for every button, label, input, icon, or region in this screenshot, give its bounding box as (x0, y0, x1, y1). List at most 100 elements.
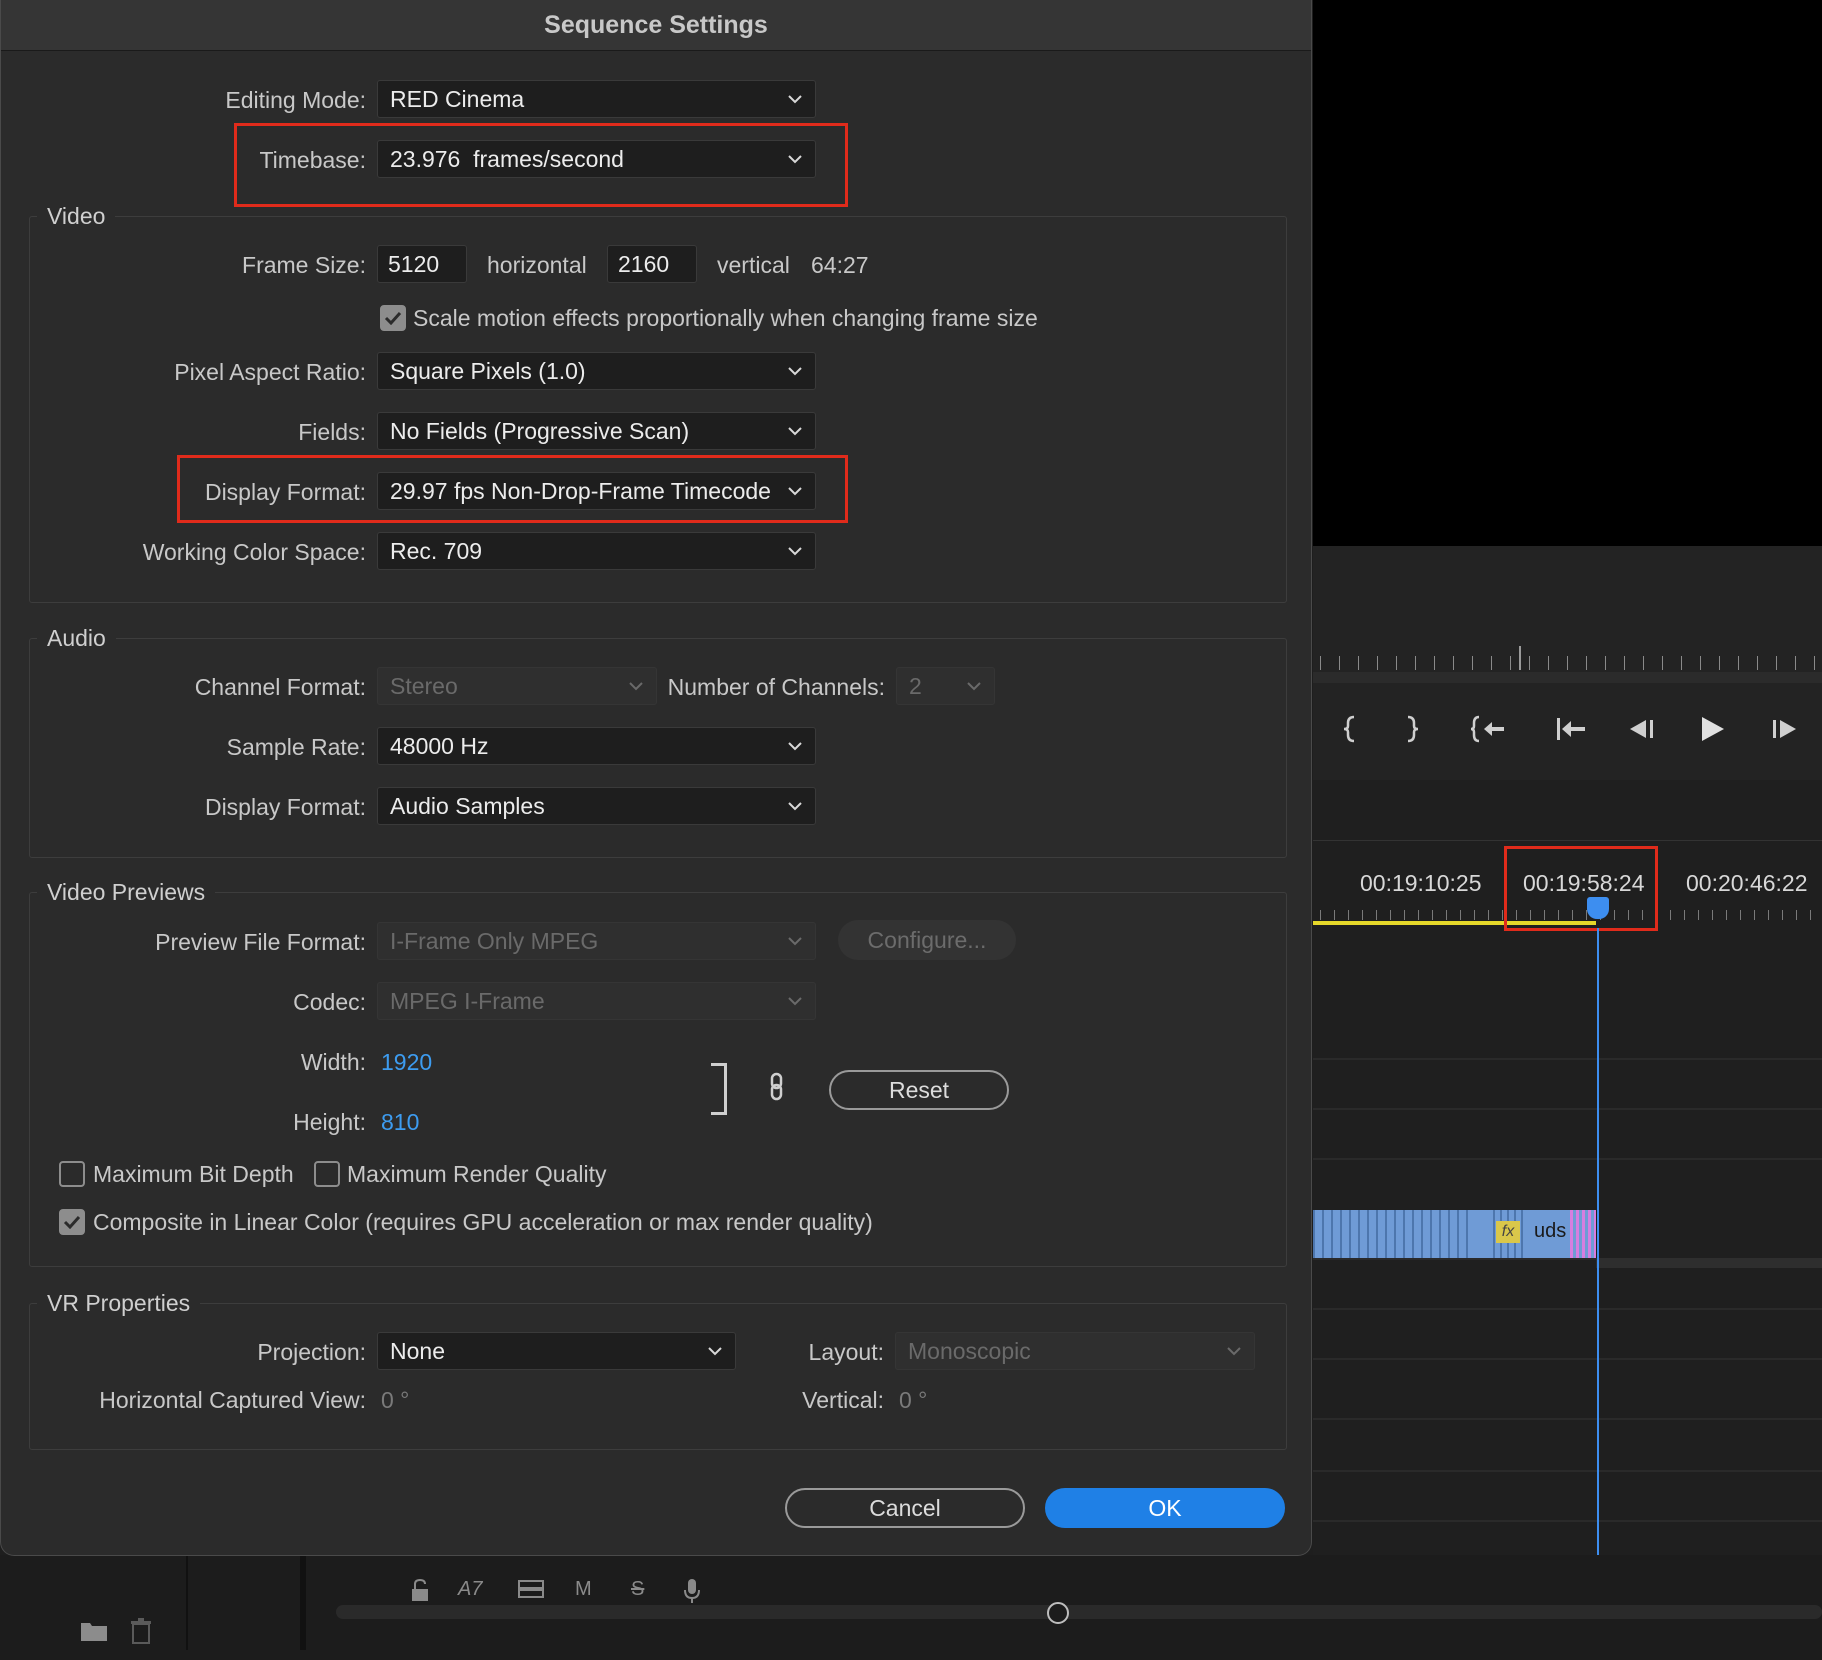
codec-label: Codec: (293, 989, 366, 1015)
color-space-select[interactable]: Rec. 709 (377, 532, 816, 570)
zoom-scroll-handle[interactable] (1047, 1602, 1069, 1624)
configure-button[interactable]: Configure... (838, 920, 1016, 960)
trash-icon[interactable] (130, 1618, 152, 1644)
timebase-select[interactable]: 23.976 frames/second (377, 140, 816, 178)
step-back-icon[interactable] (1620, 707, 1664, 751)
chevron-down-icon (775, 741, 815, 751)
mute-track-button[interactable]: M (575, 1578, 592, 1601)
chevron-down-icon (695, 1346, 735, 1356)
preview-file-format-select[interactable]: I-Frame Only MPEG (377, 922, 816, 960)
timeline-header-divider (1313, 840, 1822, 841)
preview-file-format-label: Preview File Format: (155, 929, 366, 955)
track-divider (1313, 1108, 1822, 1110)
channel-format-select[interactable]: Stereo (377, 667, 657, 705)
vr-properties-group (29, 1303, 1287, 1450)
playhead-handle[interactable] (1587, 897, 1609, 919)
chain-link-icon[interactable] (767, 1072, 787, 1107)
layout-label: Layout: (808, 1339, 884, 1365)
composite-linear-label: Composite in Linear Color (requires GPU … (93, 1209, 873, 1235)
frame-width-input[interactable]: 5120 (377, 245, 467, 283)
timeline-timecode-3: 00:20:46:22 (1686, 870, 1808, 896)
pixel-aspect-label: Pixel Aspect Ratio: (174, 359, 366, 385)
max-bit-depth-checkbox[interactable] (59, 1161, 85, 1187)
video-previews-group-title: Video Previews (37, 879, 216, 906)
num-channels-label: Number of Channels: (667, 674, 885, 700)
dialog-title: Sequence Settings (544, 10, 768, 39)
sample-rate-select[interactable]: 48000 Hz (377, 727, 816, 765)
microphone-icon[interactable] (682, 1578, 702, 1604)
track-divider (1313, 1418, 1822, 1420)
monitor-ruler-ticks[interactable] (1320, 656, 1820, 670)
timebase-label: Timebase: (259, 147, 366, 173)
link-bracket (711, 1063, 727, 1115)
pixel-aspect-select[interactable]: Square Pixels (1.0) (377, 352, 816, 390)
step-forward-icon[interactable] (1762, 707, 1806, 751)
clip-end-marks (1570, 1210, 1596, 1258)
channel-format-label: Channel Format: (194, 674, 366, 700)
ok-button[interactable]: OK (1045, 1488, 1285, 1528)
fields-select[interactable]: No Fields (Progressive Scan) (377, 412, 816, 450)
projection-select[interactable]: None (377, 1332, 736, 1370)
vertical-label: vertical (717, 252, 790, 278)
display-format-select[interactable]: 29.97 fps Non-Drop-Frame Timecode (377, 472, 816, 510)
play-icon[interactable] (1690, 707, 1734, 751)
reset-button[interactable]: Reset (829, 1070, 1009, 1110)
chevron-down-icon (775, 486, 815, 496)
cancel-button[interactable]: Cancel (785, 1488, 1025, 1528)
playhead-line[interactable] (1597, 928, 1599, 1600)
in-out-range-bar[interactable] (1313, 921, 1596, 925)
zoom-scrollbar[interactable] (336, 1605, 1822, 1619)
max-bit-depth-label: Maximum Bit Depth (93, 1161, 294, 1187)
go-to-in-icon[interactable] (1466, 707, 1510, 751)
preview-width-value[interactable]: 1920 (381, 1049, 432, 1076)
frame-height-input[interactable]: 2160 (607, 245, 697, 283)
scale-motion-label: Scale motion effects proportionally when… (413, 305, 1038, 331)
step-to-start-icon[interactable] (1549, 707, 1593, 751)
scale-motion-checkbox[interactable] (380, 305, 406, 331)
sequence-settings-dialog: Sequence Settings Editing Mode: RED Cine… (0, 0, 1312, 1556)
track-divider (1313, 1358, 1822, 1360)
timeline-clip[interactable]: fx uds (1313, 1210, 1596, 1258)
chevron-down-icon (1214, 1346, 1254, 1356)
editing-mode-select[interactable]: RED Cinema (377, 80, 816, 118)
chevron-down-icon (775, 426, 815, 436)
timeline-ruler-ticks[interactable] (1320, 910, 1820, 920)
chevron-down-icon (616, 681, 656, 691)
num-channels-select[interactable]: 2 (896, 667, 995, 705)
track-scroll-region (1596, 1258, 1822, 1268)
dialog-titlebar[interactable]: Sequence Settings (1, 0, 1311, 51)
max-render-quality-checkbox[interactable] (314, 1161, 340, 1187)
display-format-label: Display Format: (204, 479, 366, 505)
mark-in-icon[interactable] (1328, 707, 1372, 751)
mark-out-icon[interactable] (1390, 707, 1434, 751)
solo-track-button[interactable]: S (631, 1578, 644, 1601)
audio-group-title: Audio (37, 625, 116, 652)
horizontal-captured-view-value: 0 ° (381, 1387, 410, 1413)
max-render-quality-label: Maximum Render Quality (347, 1161, 607, 1187)
fx-badge: fx (1496, 1221, 1520, 1243)
sample-rate-label: Sample Rate: (226, 734, 366, 760)
composite-linear-checkbox[interactable] (59, 1209, 85, 1235)
preview-height-value[interactable]: 810 (381, 1109, 419, 1136)
panel-divider (186, 1555, 188, 1650)
timeline-timecode-2: 00:19:58:24 (1523, 870, 1645, 896)
aspect-ratio-readout: 64:27 (811, 252, 869, 278)
monitor-scroll-track[interactable] (1313, 672, 1822, 683)
sync-lock-icon[interactable] (518, 1578, 544, 1600)
audio-display-format-select[interactable]: Audio Samples (377, 787, 816, 825)
timeline-timecode-1: 00:19:10:25 (1360, 870, 1482, 896)
layout-select[interactable]: Monoscopic (895, 1332, 1255, 1370)
codec-select[interactable]: MPEG I-Frame (377, 982, 816, 1020)
lock-track-icon[interactable] (410, 1578, 430, 1602)
panel-divider (300, 1555, 306, 1650)
track-label[interactable]: A7 (458, 1578, 482, 1601)
track-divider (1313, 1470, 1822, 1472)
track-divider (1313, 1058, 1822, 1060)
vertical-view-value: 0 ° (899, 1387, 928, 1413)
frame-size-label: Frame Size: (242, 252, 366, 278)
folder-icon[interactable] (80, 1620, 108, 1642)
preview-height-label: Height: (293, 1109, 366, 1135)
program-monitor-video (1313, 0, 1822, 546)
horizontal-captured-view-label: Horizontal Captured View: (99, 1387, 366, 1413)
track-divider (1313, 1520, 1822, 1522)
